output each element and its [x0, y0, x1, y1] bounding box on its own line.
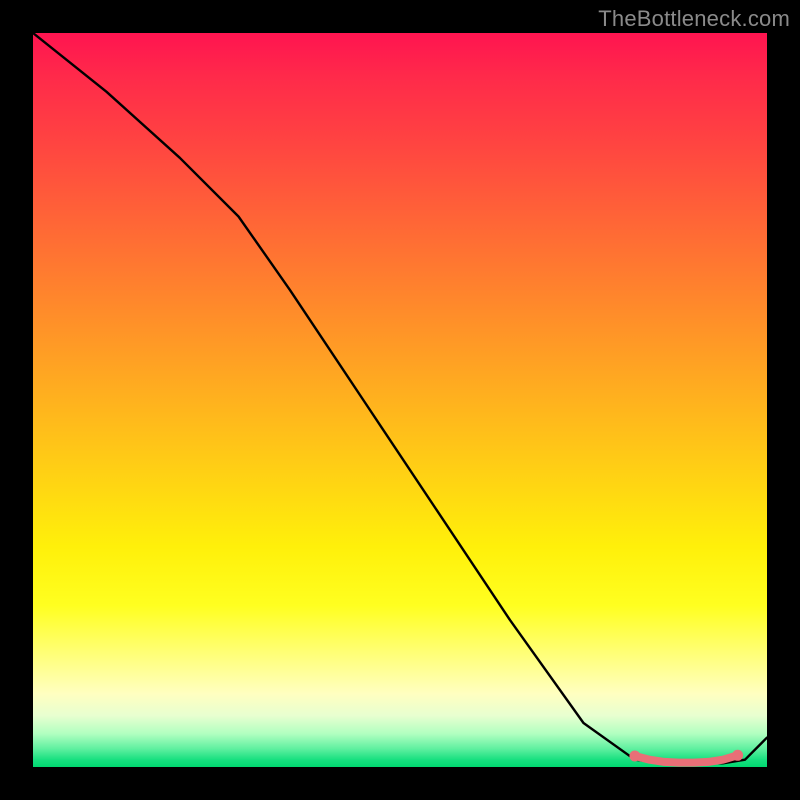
highlight-path [635, 755, 738, 762]
highlight-dot [732, 750, 743, 761]
curve-line [33, 33, 767, 763]
watermark-text: TheBottleneck.com [598, 6, 790, 32]
plot-area [33, 33, 767, 767]
highlight-dot [629, 751, 640, 762]
highlight-segment [629, 750, 743, 763]
chart-overlay [33, 33, 767, 767]
chart-frame: TheBottleneck.com [0, 0, 800, 800]
